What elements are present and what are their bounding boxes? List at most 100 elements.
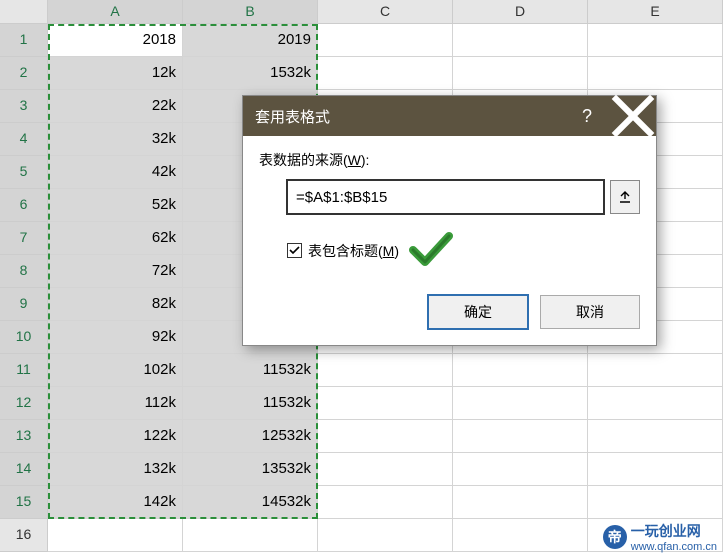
cell[interactable]: 72k [48,255,183,288]
row-header[interactable]: 16 [0,519,48,552]
source-label: 表数据的来源(W): [259,150,640,170]
help-button[interactable]: ? [564,96,610,136]
row-header[interactable]: 3 [0,90,48,123]
collapse-icon [618,190,632,204]
cell[interactable]: 142k [48,486,183,519]
row-header[interactable]: 8 [0,255,48,288]
cell[interactable] [318,387,453,420]
col-header-c[interactable]: C [318,0,453,24]
cell[interactable]: 2018 [48,24,183,57]
cell[interactable] [453,420,588,453]
cell[interactable] [588,354,723,387]
watermark-logo-icon: 帝 [603,525,627,549]
cell[interactable]: 82k [48,288,183,321]
cell[interactable] [453,387,588,420]
table-row: 14132k13532k [0,453,725,486]
dialog-body: 表数据的来源(W): 表包含标题(M) 确定 取消 [243,136,656,345]
cell[interactable] [588,420,723,453]
cell[interactable]: 62k [48,222,183,255]
close-icon [610,93,656,139]
cell[interactable]: 13532k [183,453,318,486]
check-icon [289,245,300,256]
cell[interactable] [318,486,453,519]
range-input-row [287,180,640,214]
cell[interactable] [453,453,588,486]
range-picker-button[interactable] [610,180,640,214]
watermark-url: www.qfan.com.cn [631,541,717,553]
cell[interactable] [318,519,453,552]
column-headers-row: A B C D E [0,0,725,24]
table-row: 15142k14532k [0,486,725,519]
cell[interactable]: 22k [48,90,183,123]
table-row: 212k1532k [0,57,725,90]
cell[interactable]: 12532k [183,420,318,453]
table-row: 12112k11532k [0,387,725,420]
row-header[interactable]: 14 [0,453,48,486]
col-header-a[interactable]: A [48,0,183,24]
cell[interactable] [183,519,318,552]
cell[interactable] [318,354,453,387]
dialog-titlebar[interactable]: 套用表格式 ? [243,96,656,136]
cell[interactable] [588,453,723,486]
cell[interactable]: 92k [48,321,183,354]
row-header[interactable]: 12 [0,387,48,420]
cell[interactable]: 112k [48,387,183,420]
table-row: 120182019 [0,24,725,57]
header-checkbox[interactable] [287,243,302,258]
row-header[interactable]: 11 [0,354,48,387]
cell[interactable] [588,57,723,90]
col-header-d[interactable]: D [453,0,588,24]
cell[interactable]: 14532k [183,486,318,519]
cell[interactable] [48,519,183,552]
format-as-table-dialog: 套用表格式 ? 表数据的来源(W): 表包含标题(M) [242,95,657,346]
header-checkbox-row: 表包含标题(M) [287,230,640,271]
cell[interactable]: 32k [48,123,183,156]
cell[interactable]: 132k [48,453,183,486]
cancel-button[interactable]: 取消 [540,295,640,329]
table-row: 11102k11532k [0,354,725,387]
cell[interactable] [318,57,453,90]
cell[interactable]: 42k [48,156,183,189]
cell[interactable]: 11532k [183,387,318,420]
row-header[interactable]: 6 [0,189,48,222]
cell[interactable] [453,57,588,90]
row-header[interactable]: 5 [0,156,48,189]
cell[interactable] [588,24,723,57]
cell[interactable]: 2019 [183,24,318,57]
header-checkbox-label: 表包含标题(M) [308,241,399,261]
close-button[interactable] [610,96,656,136]
cell[interactable]: 11532k [183,354,318,387]
col-header-e[interactable]: E [588,0,723,24]
row-header[interactable]: 4 [0,123,48,156]
col-header-b[interactable]: B [183,0,318,24]
cell[interactable] [453,24,588,57]
cell[interactable]: 122k [48,420,183,453]
cell[interactable] [453,354,588,387]
cell[interactable]: 1532k [183,57,318,90]
cell[interactable] [318,420,453,453]
row-header[interactable]: 9 [0,288,48,321]
dialog-buttons: 确定 取消 [259,295,640,329]
watermark-text: 一玩创业网 [631,523,701,539]
row-header[interactable]: 15 [0,486,48,519]
row-header[interactable]: 13 [0,420,48,453]
row-header[interactable]: 10 [0,321,48,354]
cell[interactable]: 102k [48,354,183,387]
select-all-corner[interactable] [0,0,48,24]
cell[interactable] [318,453,453,486]
cell[interactable] [318,24,453,57]
range-input[interactable] [287,180,604,214]
cell[interactable] [588,486,723,519]
cell[interactable] [453,519,588,552]
cell[interactable]: 12k [48,57,183,90]
dialog-title: 套用表格式 [255,106,564,127]
row-header[interactable]: 1 [0,24,48,57]
row-header[interactable]: 2 [0,57,48,90]
cell[interactable] [453,486,588,519]
annotation-check-icon [409,230,453,271]
cell[interactable]: 52k [48,189,183,222]
ok-button[interactable]: 确定 [428,295,528,329]
row-header[interactable]: 7 [0,222,48,255]
cell[interactable] [588,387,723,420]
watermark: 帝 一玩创业网 www.qfan.com.cn [603,521,717,553]
